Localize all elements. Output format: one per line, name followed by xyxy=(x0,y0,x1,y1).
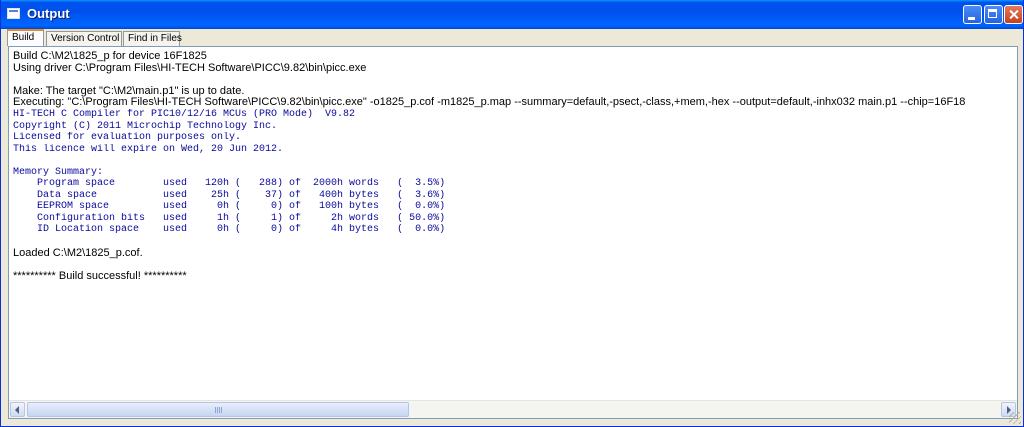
output-line: Build C:\M2\1825_p for device 16F1825 xyxy=(13,51,207,62)
title-bar[interactable]: Output xyxy=(1,0,1023,29)
window-title: Output xyxy=(27,6,70,21)
tab-find-in-files[interactable]: Find in Files xyxy=(123,31,182,46)
memory-row: EEPROM space used 0h ( 0) of 100h bytes … xyxy=(13,201,446,213)
output-lines: Build C:\M2\1825_p for device 16F1825 Us… xyxy=(13,51,1013,282)
tab-version-control[interactable]: Version Control xyxy=(46,31,122,46)
memory-row: Program space used 120h ( 288) of 2000h … xyxy=(13,178,446,190)
output-text-area[interactable]: Build C:\M2\1825_p for device 16F1825 Us… xyxy=(8,46,1018,419)
loaded-line: Loaded C:\M2\1825_p.cof. xyxy=(13,247,143,259)
minimize-button[interactable] xyxy=(963,5,982,24)
output-line: Using driver C:\Program Files\HI-TECH So… xyxy=(13,62,367,74)
horizontal-scrollbar[interactable] xyxy=(9,400,1017,418)
tab-build[interactable]: Build xyxy=(7,29,44,46)
license-expiry-line: This licence will expire on Wed, 20 Jun … xyxy=(13,143,284,155)
maximize-button[interactable] xyxy=(984,5,1003,24)
build-success-line: ********** Build successful! ********** xyxy=(13,270,187,282)
scrollbar-thumb[interactable] xyxy=(27,402,409,417)
output-window: Output Build Version Control Find in Fil… xyxy=(0,0,1024,427)
memory-summary-title: Memory Summary: xyxy=(13,166,104,178)
close-button[interactable] xyxy=(1004,5,1023,24)
copyright-line: Copyright (C) 2011 Microchip Technology … xyxy=(13,120,278,132)
window-icon xyxy=(7,8,20,19)
memory-row: ID Location space used 0h ( 0) of 4h byt… xyxy=(13,224,446,236)
license-line: Licensed for evaluation purposes only. xyxy=(13,132,242,144)
output-line: Make: The target "C:\M2\main.p1" is up t… xyxy=(13,85,245,97)
output-line: Executing: "C:\Program Files\HI-TECH Sof… xyxy=(13,97,966,109)
resize-grip[interactable] xyxy=(1009,412,1021,424)
memory-row: Configuration bits used 1h ( 1) of 2h wo… xyxy=(13,212,446,224)
grip-icon xyxy=(215,407,223,413)
memory-row: Data space used 25h ( 37) of 400h bytes … xyxy=(13,189,446,201)
compiler-banner: HI-TECH C Compiler for PIC10/12/16 MCUs … xyxy=(13,108,356,120)
scroll-left-button[interactable] xyxy=(10,402,25,417)
